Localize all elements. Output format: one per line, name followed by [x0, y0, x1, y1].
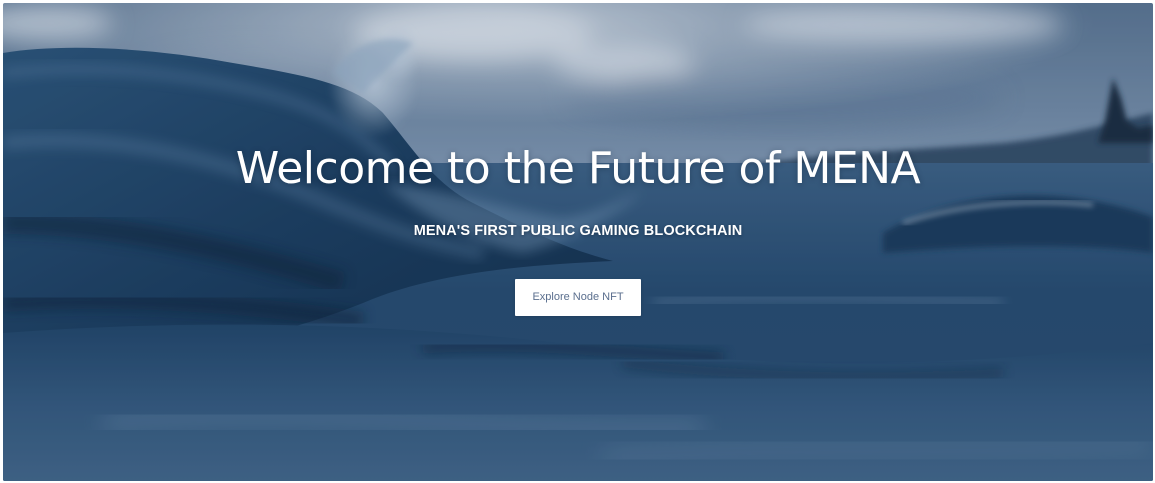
explore-node-nft-button[interactable]: Explore Node NFT [515, 279, 641, 316]
hero-subtitle: MENA'S FIRST PUBLIC GAMING BLOCKCHAIN [413, 223, 743, 239]
hero-section: Welcome to the Future of MENA MENA'S FIR… [3, 3, 1153, 481]
hero-title: Welcome to the Future of MENA [235, 143, 921, 194]
hero-background-image [3, 3, 1153, 481]
